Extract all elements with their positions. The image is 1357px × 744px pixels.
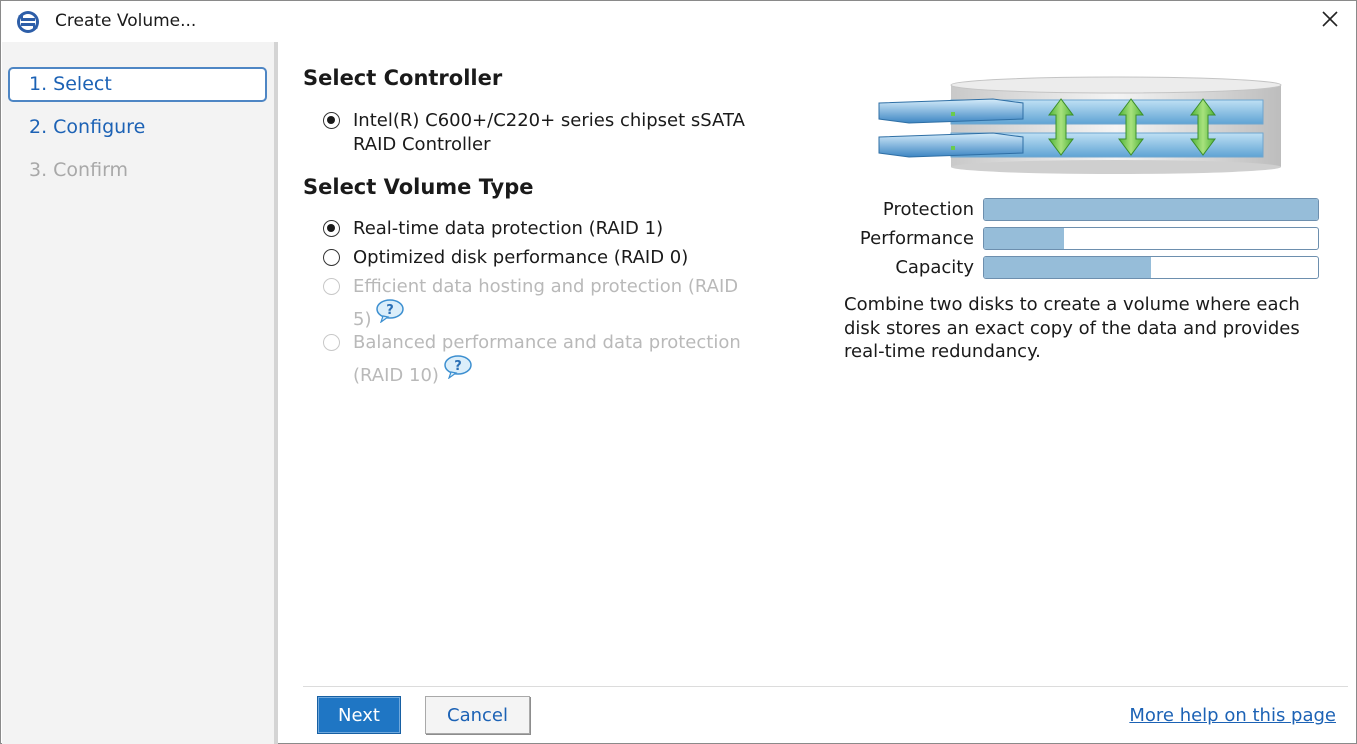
controller-label-line1: Intel(R) C600+/C220+ series chipset sSAT… bbox=[353, 110, 745, 131]
raid10-label-line1: Balanced performance and data protection bbox=[353, 332, 741, 353]
performance-meter bbox=[983, 227, 1319, 250]
performance-label: Performance bbox=[859, 228, 974, 249]
raid0-label: Optimized disk performance (RAID 0) bbox=[353, 247, 689, 268]
raid10-radio bbox=[323, 334, 340, 351]
volume-option-raid5: Efficient data hosting and protection (R… bbox=[323, 275, 738, 332]
wizard-steps-sidebar: 1. Select 2. Configure 3. Confirm bbox=[2, 42, 274, 744]
controller-radio[interactable] bbox=[323, 112, 340, 129]
sidebar-divider bbox=[274, 42, 278, 744]
protection-meter bbox=[983, 198, 1319, 221]
volume-option-raid1[interactable]: Real-time data protection (RAID 1) bbox=[323, 217, 663, 241]
protection-meter-fill bbox=[984, 199, 1318, 220]
svg-text:?: ? bbox=[387, 303, 395, 318]
step-select[interactable]: 1. Select bbox=[8, 67, 267, 102]
capacity-meter-fill bbox=[984, 257, 1151, 278]
raid5-label-line1: Efficient data hosting and protection (R… bbox=[353, 276, 739, 297]
controller-label-line2: RAID Controller bbox=[353, 134, 491, 155]
raid5-label: Efficient data hosting and protection (R… bbox=[353, 275, 738, 332]
window-title: Create Volume... bbox=[55, 11, 197, 31]
capacity-meter bbox=[983, 256, 1319, 279]
protection-label: Protection bbox=[882, 199, 974, 220]
raid1-label: Real-time data protection (RAID 1) bbox=[353, 218, 664, 239]
svg-text:?: ? bbox=[454, 359, 462, 374]
more-help-link[interactable]: More help on this page bbox=[1129, 705, 1336, 726]
raid10-label: Balanced performance and data protection… bbox=[353, 331, 741, 388]
raid1-illustration bbox=[873, 75, 1288, 175]
close-icon bbox=[1321, 10, 1339, 32]
raid1-radio[interactable] bbox=[323, 220, 340, 237]
step-configure[interactable]: 2. Configure bbox=[8, 110, 267, 145]
create-volume-dialog: Create Volume... 1. Select 2. Configure … bbox=[0, 0, 1357, 744]
select-volume-type-heading: Select Volume Type bbox=[303, 175, 534, 199]
close-button[interactable] bbox=[1312, 5, 1348, 37]
raid0-radio[interactable] bbox=[323, 249, 340, 266]
raid5-radio bbox=[323, 278, 340, 295]
raid5-label-line2: 5) bbox=[353, 309, 372, 330]
title-bar: Create Volume... bbox=[1, 1, 1356, 42]
performance-meter-fill bbox=[984, 228, 1065, 249]
footer-divider bbox=[303, 686, 1348, 687]
volume-type-description: Combine two disks to create a volume whe… bbox=[844, 294, 1300, 362]
volume-option-raid0[interactable]: Optimized disk performance (RAID 0) bbox=[323, 246, 688, 270]
raid10-label-line2: (RAID 10) bbox=[353, 365, 439, 386]
volume-option-raid10: Balanced performance and data protection… bbox=[323, 331, 741, 388]
controller-option-sSATA[interactable]: Intel(R) C600+/C220+ series chipset sSAT… bbox=[323, 109, 745, 157]
step-confirm: 3. Confirm bbox=[29, 159, 129, 181]
cancel-button[interactable]: Cancel bbox=[425, 696, 530, 734]
select-controller-heading: Select Controller bbox=[303, 66, 503, 90]
raid-app-icon bbox=[15, 10, 41, 34]
next-button[interactable]: Next bbox=[317, 696, 401, 734]
help-icon[interactable]: ? bbox=[375, 299, 405, 324]
capacity-label: Capacity bbox=[895, 257, 974, 278]
controller-option-label: Intel(R) C600+/C220+ series chipset sSAT… bbox=[353, 109, 745, 157]
help-icon[interactable]: ? bbox=[443, 355, 473, 380]
